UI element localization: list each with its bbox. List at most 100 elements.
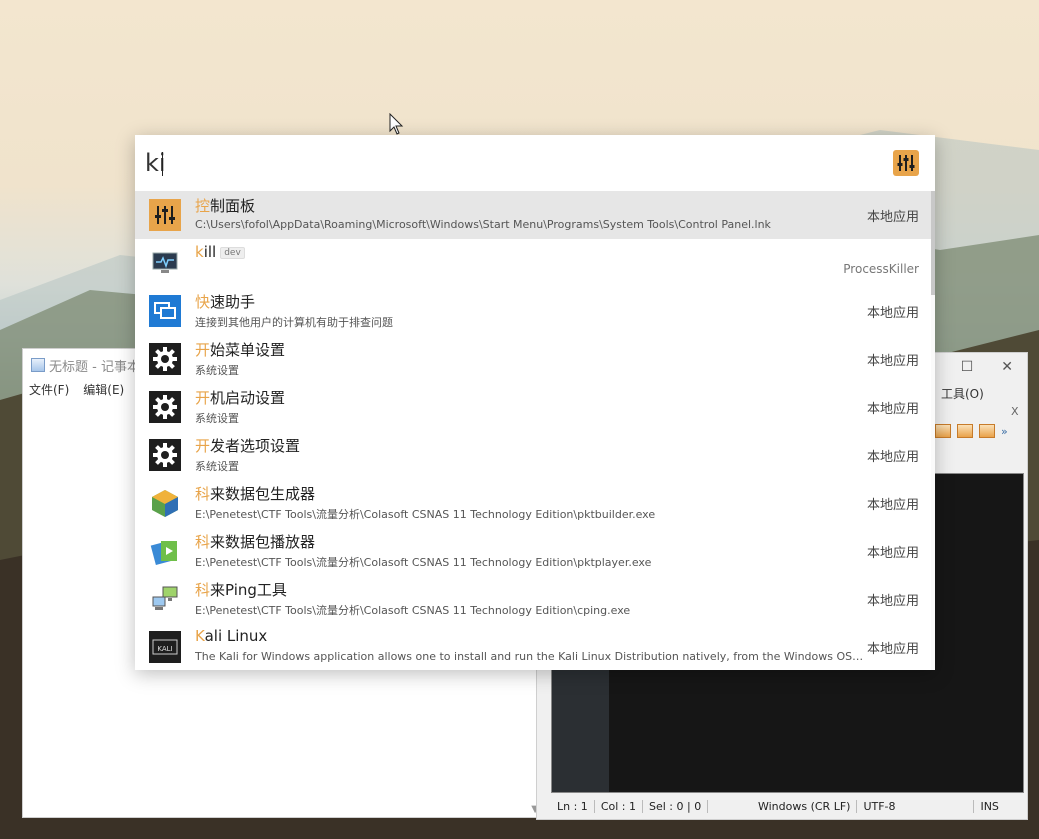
- result-title: 科来数据包生成器: [195, 483, 315, 504]
- notepad-menubar: 文件(F) 编辑(E): [29, 381, 124, 398]
- result-row[interactable]: kill dev ProcessKiller: [135, 239, 931, 287]
- settings-button[interactable]: [893, 150, 919, 176]
- toolbar-tool-icon[interactable]: [935, 424, 951, 438]
- result-title-match: 开: [195, 437, 211, 455]
- result-title-match: K: [195, 627, 205, 645]
- result-row[interactable]: 开机启动设置 系统设置 本地应用: [135, 383, 931, 431]
- packet-player-icon: [149, 535, 181, 567]
- result-row[interactable]: 快速助手连接到其他用户的计算机有助于排查问题 本地应用: [135, 287, 931, 335]
- status-column: Col : 1: [595, 799, 643, 813]
- result-subtitle: The Kali for Windows application allows …: [195, 650, 865, 663]
- result-source: 本地应用: [866, 354, 919, 369]
- result-source: 本地应用: [866, 306, 919, 321]
- text-caret: [162, 152, 163, 176]
- result-source: ProcessKiller: [843, 262, 919, 276]
- result-title-match: 控: [195, 197, 211, 215]
- result-title-match: 科: [195, 581, 211, 599]
- result-title: 科来Ping工具: [195, 579, 287, 600]
- kali-icon: KALI: [149, 631, 181, 663]
- editor-statusbar: Ln : 1 Col : 1 Sel : 0 | 0 Windows (CR L…: [551, 796, 1021, 816]
- close-button[interactable]: ✕: [1001, 359, 1013, 375]
- quick-assist-icon: [149, 295, 181, 327]
- result-source: 本地应用: [866, 594, 919, 609]
- monitor-icon: [149, 247, 181, 279]
- result-title: 开机启动设置: [195, 387, 285, 408]
- result-title: 开发者选项设置: [195, 435, 300, 456]
- result-subtitle: 连接到其他用户的计算机有助于排查问题: [195, 316, 393, 329]
- result-title: 开始菜单设置: [195, 339, 285, 360]
- result-row[interactable]: 科来数据包生成器 E:\Penetest\CTF Tools\流量分析\Colas…: [135, 479, 931, 527]
- result-source: 本地应用: [866, 402, 919, 417]
- result-title-match: 开: [195, 341, 211, 359]
- result-title-match: 科: [195, 533, 211, 551]
- svg-text:KALI: KALI: [157, 645, 172, 653]
- result-title-rest: ali Linux: [204, 627, 268, 645]
- notepad-titlebar[interactable]: 无标题 - 记事本: [31, 355, 140, 375]
- gear-icon: [149, 439, 181, 471]
- menu-edit[interactable]: 编辑(E): [83, 381, 124, 398]
- result-title: Kali Linux: [195, 627, 267, 645]
- result-source: 本地应用: [866, 210, 919, 225]
- result-title-match: 开: [195, 389, 211, 407]
- result-title-rest: 来Ping工具: [210, 581, 287, 599]
- packet-builder-icon: [149, 487, 181, 519]
- result-title-rest: 发者选项设置: [210, 437, 301, 455]
- scrollbar-thumb[interactable]: [931, 191, 935, 295]
- result-title-rest: ill: [203, 243, 217, 261]
- result-row[interactable]: 开始菜单设置系统设置 本地应用: [135, 335, 931, 383]
- result-title-rest: 速助手: [210, 293, 256, 311]
- result-tag-badge: dev: [220, 246, 245, 259]
- search-input[interactable]: [145, 143, 845, 183]
- close-document-button[interactable]: X: [1011, 405, 1019, 418]
- result-source: 本地应用: [866, 498, 919, 513]
- status-insert-mode: INS: [980, 799, 999, 813]
- result-title: 快速助手: [195, 291, 255, 312]
- result-row[interactable]: 科来数据包播放器 E:\Penetest\CTF Tools\流量分析\Colas…: [135, 527, 931, 575]
- result-source: 本地应用: [866, 546, 919, 561]
- maximize-button[interactable]: ☐: [961, 359, 974, 375]
- result-title: kill dev: [195, 243, 245, 261]
- status-line-ending: Windows (CR LF): [752, 799, 858, 813]
- toolbar-tool-icon[interactable]: [957, 424, 973, 438]
- mouse-cursor-icon: [389, 113, 404, 135]
- search-bar: [135, 135, 935, 191]
- result-subtitle: 系统设置: [195, 364, 239, 377]
- results-list: 控制面板 C:\Users\fofol\AppData\Roaming\Micro…: [135, 191, 935, 670]
- result-row[interactable]: 开发者选项设置系统设置 本地应用: [135, 431, 931, 479]
- result-title-rest: 来数据包播放器: [210, 533, 316, 551]
- result-source: 本地应用: [866, 450, 919, 465]
- result-title-match: k: [195, 243, 204, 261]
- status-encoding: UTF-8: [857, 799, 975, 813]
- result-subtitle: 系统设置: [195, 460, 239, 473]
- notepad-icon: [31, 358, 45, 372]
- results-scrollbar[interactable]: [931, 191, 935, 670]
- result-row[interactable]: KALI Kali Linux The Kali for Windows appli…: [135, 623, 931, 670]
- control-panel-icon: [149, 199, 181, 231]
- result-subtitle: E:\Penetest\CTF Tools\流量分析\Colasoft CSNA…: [195, 508, 656, 521]
- ping-tool-icon: [149, 583, 181, 615]
- result-title-match: 科: [195, 485, 211, 503]
- result-source: 本地应用: [866, 642, 919, 657]
- toolbar-tool-icon[interactable]: [979, 424, 995, 438]
- menu-file[interactable]: 文件(F): [29, 381, 69, 398]
- result-title-match: 快: [195, 293, 211, 311]
- notepad-title: 无标题 - 记事本: [49, 359, 140, 375]
- result-subtitle: E:\Penetest\CTF Tools\流量分析\Colasoft CSNA…: [195, 604, 631, 617]
- result-title: 控制面板: [195, 195, 255, 216]
- result-row[interactable]: 科来Ping工具 E:\Penetest\CTF Tools\流量分析\Colas…: [135, 575, 931, 623]
- editor-toolbar: »: [935, 424, 1008, 438]
- status-selection: Sel : 0 | 0: [643, 799, 708, 813]
- launcher-window: 控制面板 C:\Users\fofol\AppData\Roaming\Micro…: [135, 135, 935, 670]
- gear-icon: [149, 391, 181, 423]
- result-title-rest: 制面板: [210, 197, 256, 215]
- result-title-rest: 始菜单设置: [210, 341, 286, 359]
- result-title-rest: 机启动设置: [210, 389, 286, 407]
- gear-icon: [149, 343, 181, 375]
- result-title-rest: 来数据包生成器: [210, 485, 316, 503]
- toolbar-overflow-icon[interactable]: »: [1001, 425, 1008, 438]
- menu-tools[interactable]: 工具(O): [941, 385, 984, 402]
- result-subtitle: C:\Users\fofol\AppData\Roaming\Microsoft…: [195, 218, 771, 231]
- result-title: 科来数据包播放器: [195, 531, 315, 552]
- result-row[interactable]: 控制面板 C:\Users\fofol\AppData\Roaming\Micro…: [135, 191, 931, 239]
- window-controls: ☐ ✕: [961, 359, 1013, 375]
